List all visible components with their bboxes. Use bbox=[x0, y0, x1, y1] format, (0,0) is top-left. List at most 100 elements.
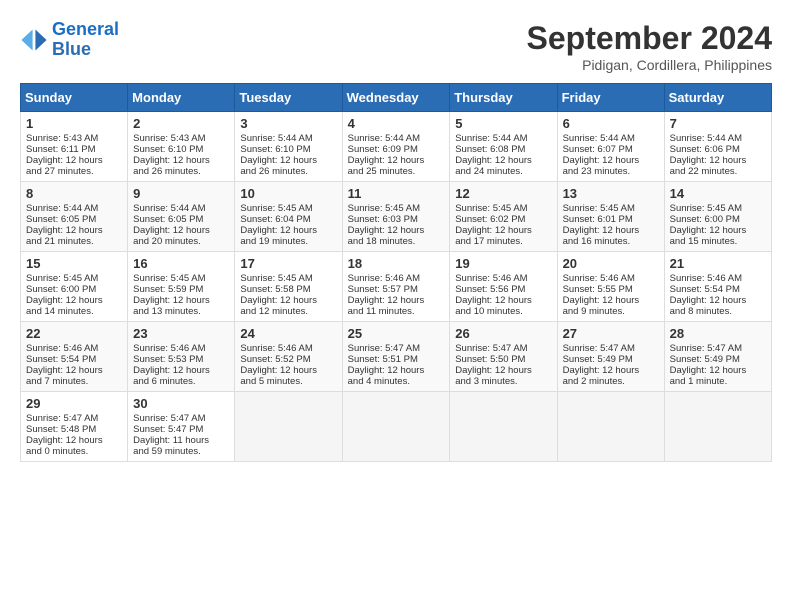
cell-line: and 9 minutes. bbox=[563, 306, 659, 317]
cell-line: Sunset: 6:09 PM bbox=[348, 144, 445, 155]
cell-line: Daylight: 12 hours bbox=[348, 225, 445, 236]
cell-line: Sunset: 5:52 PM bbox=[240, 354, 336, 365]
day-number: 18 bbox=[348, 256, 445, 271]
calendar-cell: 18Sunrise: 5:46 AMSunset: 5:57 PMDayligh… bbox=[342, 252, 450, 322]
cell-line: and 1 minute. bbox=[670, 376, 766, 387]
cell-line: and 14 minutes. bbox=[26, 306, 122, 317]
page-header: General Blue September 2024 Pidigan, Cor… bbox=[20, 20, 772, 73]
cell-line: Daylight: 12 hours bbox=[455, 155, 551, 166]
cell-line: and 59 minutes. bbox=[133, 446, 229, 457]
calendar-cell: 2Sunrise: 5:43 AMSunset: 6:10 PMDaylight… bbox=[128, 112, 235, 182]
logo: General Blue bbox=[20, 20, 119, 60]
calendar-week-row: 1Sunrise: 5:43 AMSunset: 6:11 PMDaylight… bbox=[21, 112, 772, 182]
cell-line: Sunset: 5:55 PM bbox=[563, 284, 659, 295]
cell-line: Sunset: 6:10 PM bbox=[240, 144, 336, 155]
cell-line: Sunrise: 5:46 AM bbox=[240, 343, 336, 354]
day-number: 24 bbox=[240, 326, 336, 341]
calendar-cell: 16Sunrise: 5:45 AMSunset: 5:59 PMDayligh… bbox=[128, 252, 235, 322]
cell-line: and 6 minutes. bbox=[133, 376, 229, 387]
cell-line: Sunrise: 5:45 AM bbox=[455, 203, 551, 214]
day-number: 21 bbox=[670, 256, 766, 271]
cell-line: Sunset: 5:56 PM bbox=[455, 284, 551, 295]
calendar-cell: 3Sunrise: 5:44 AMSunset: 6:10 PMDaylight… bbox=[235, 112, 342, 182]
weekday-header: Wednesday bbox=[342, 84, 450, 112]
day-number: 10 bbox=[240, 186, 336, 201]
cell-line: Sunset: 5:50 PM bbox=[455, 354, 551, 365]
day-number: 15 bbox=[26, 256, 122, 271]
cell-line: Sunset: 6:05 PM bbox=[26, 214, 122, 225]
calendar-cell: 10Sunrise: 5:45 AMSunset: 6:04 PMDayligh… bbox=[235, 182, 342, 252]
logo-line1: General bbox=[52, 19, 119, 39]
cell-line: Sunrise: 5:43 AM bbox=[133, 133, 229, 144]
logo-icon bbox=[20, 26, 48, 54]
day-number: 20 bbox=[563, 256, 659, 271]
cell-line: Daylight: 12 hours bbox=[670, 155, 766, 166]
calendar-cell: 26Sunrise: 5:47 AMSunset: 5:50 PMDayligh… bbox=[450, 322, 557, 392]
cell-line: Daylight: 12 hours bbox=[26, 365, 122, 376]
day-number: 1 bbox=[26, 116, 122, 131]
day-number: 22 bbox=[26, 326, 122, 341]
cell-line: Sunrise: 5:46 AM bbox=[26, 343, 122, 354]
cell-line: Daylight: 12 hours bbox=[26, 155, 122, 166]
cell-line: Daylight: 12 hours bbox=[455, 295, 551, 306]
cell-line: Sunrise: 5:44 AM bbox=[455, 133, 551, 144]
cell-line: and 7 minutes. bbox=[26, 376, 122, 387]
weekday-header: Monday bbox=[128, 84, 235, 112]
calendar-cell: 15Sunrise: 5:45 AMSunset: 6:00 PMDayligh… bbox=[21, 252, 128, 322]
calendar-cell: 27Sunrise: 5:47 AMSunset: 5:49 PMDayligh… bbox=[557, 322, 664, 392]
cell-line: Sunrise: 5:46 AM bbox=[133, 343, 229, 354]
cell-line: Sunset: 6:10 PM bbox=[133, 144, 229, 155]
day-number: 6 bbox=[563, 116, 659, 131]
cell-line: Sunrise: 5:46 AM bbox=[455, 273, 551, 284]
day-number: 27 bbox=[563, 326, 659, 341]
cell-line: Sunset: 5:49 PM bbox=[670, 354, 766, 365]
calendar-cell: 13Sunrise: 5:45 AMSunset: 6:01 PMDayligh… bbox=[557, 182, 664, 252]
calendar-cell bbox=[450, 392, 557, 462]
calendar-cell: 30Sunrise: 5:47 AMSunset: 5:47 PMDayligh… bbox=[128, 392, 235, 462]
cell-line: Daylight: 12 hours bbox=[240, 155, 336, 166]
calendar-cell: 11Sunrise: 5:45 AMSunset: 6:03 PMDayligh… bbox=[342, 182, 450, 252]
calendar-cell: 7Sunrise: 5:44 AMSunset: 6:06 PMDaylight… bbox=[664, 112, 771, 182]
day-number: 8 bbox=[26, 186, 122, 201]
cell-line: and 12 minutes. bbox=[240, 306, 336, 317]
cell-line: Daylight: 12 hours bbox=[563, 295, 659, 306]
cell-line: Sunset: 6:05 PM bbox=[133, 214, 229, 225]
cell-line: Sunset: 6:07 PM bbox=[563, 144, 659, 155]
cell-line: Sunrise: 5:47 AM bbox=[563, 343, 659, 354]
cell-line: Sunset: 5:53 PM bbox=[133, 354, 229, 365]
cell-line: Daylight: 12 hours bbox=[240, 365, 336, 376]
day-number: 7 bbox=[670, 116, 766, 131]
calendar-cell: 1Sunrise: 5:43 AMSunset: 6:11 PMDaylight… bbox=[21, 112, 128, 182]
cell-line: and 4 minutes. bbox=[348, 376, 445, 387]
cell-line: Sunset: 6:00 PM bbox=[26, 284, 122, 295]
cell-line: Sunrise: 5:45 AM bbox=[133, 273, 229, 284]
cell-line: and 19 minutes. bbox=[240, 236, 336, 247]
cell-line: Sunrise: 5:45 AM bbox=[563, 203, 659, 214]
cell-line: and 15 minutes. bbox=[670, 236, 766, 247]
day-number: 28 bbox=[670, 326, 766, 341]
cell-line: Daylight: 12 hours bbox=[240, 295, 336, 306]
cell-line: Sunset: 5:54 PM bbox=[670, 284, 766, 295]
calendar-cell: 20Sunrise: 5:46 AMSunset: 5:55 PMDayligh… bbox=[557, 252, 664, 322]
calendar-cell: 5Sunrise: 5:44 AMSunset: 6:08 PMDaylight… bbox=[450, 112, 557, 182]
cell-line: Sunrise: 5:44 AM bbox=[240, 133, 336, 144]
cell-line: Daylight: 12 hours bbox=[240, 225, 336, 236]
weekday-header: Sunday bbox=[21, 84, 128, 112]
month-title: September 2024 bbox=[527, 20, 772, 57]
cell-line: Sunset: 6:08 PM bbox=[455, 144, 551, 155]
calendar-cell: 9Sunrise: 5:44 AMSunset: 6:05 PMDaylight… bbox=[128, 182, 235, 252]
day-number: 14 bbox=[670, 186, 766, 201]
day-number: 12 bbox=[455, 186, 551, 201]
cell-line: Sunset: 5:48 PM bbox=[26, 424, 122, 435]
cell-line: Sunrise: 5:45 AM bbox=[240, 203, 336, 214]
cell-line: Sunset: 6:11 PM bbox=[26, 144, 122, 155]
day-number: 4 bbox=[348, 116, 445, 131]
cell-line: and 2 minutes. bbox=[563, 376, 659, 387]
day-number: 2 bbox=[133, 116, 229, 131]
cell-line: and 20 minutes. bbox=[133, 236, 229, 247]
cell-line: and 25 minutes. bbox=[348, 166, 445, 177]
cell-line: Sunrise: 5:44 AM bbox=[563, 133, 659, 144]
weekday-header: Thursday bbox=[450, 84, 557, 112]
weekday-header: Friday bbox=[557, 84, 664, 112]
cell-line: and 16 minutes. bbox=[563, 236, 659, 247]
